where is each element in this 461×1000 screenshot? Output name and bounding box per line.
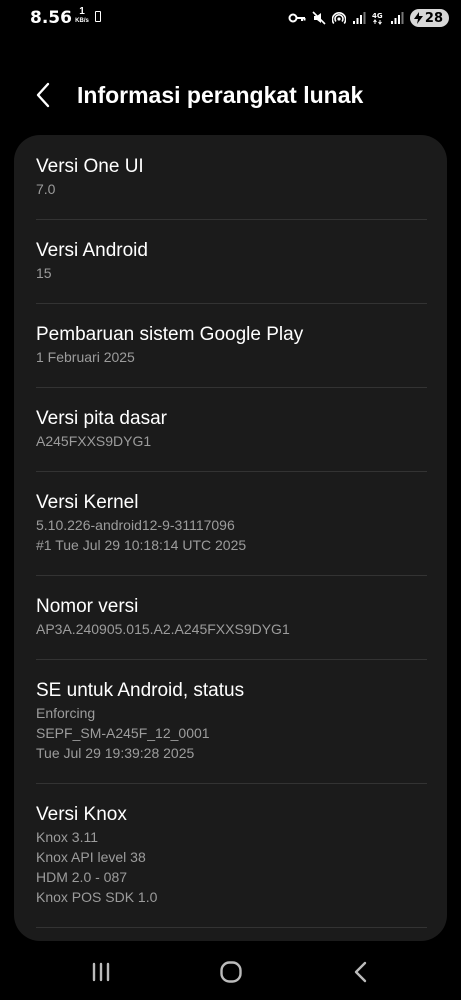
- battery-saver-icon: [95, 11, 101, 22]
- item-value: SEPF_SM-A245F_12_0001: [36, 725, 210, 741]
- item-value: HDM 2.0 - 087: [36, 869, 128, 885]
- network-speed-unit: KB/s: [75, 18, 89, 24]
- status-icons: 4G 28: [288, 8, 449, 28]
- network-speed-value: 1: [79, 6, 85, 17]
- item-title: Versi pita dasar: [36, 408, 167, 429]
- recent-apps-button[interactable]: [86, 957, 116, 987]
- software-info-list: Versi One UI 7.0 Versi Android 15 Pembar…: [14, 135, 447, 941]
- item-value: Knox POS SDK 1.0: [36, 889, 158, 905]
- network-speed: 1 KB/s: [72, 6, 92, 25]
- page-title: Informasi perangkat lunak: [77, 82, 364, 108]
- mute-icon: [312, 11, 326, 25]
- item-title: SE untuk Android, status: [36, 680, 245, 701]
- item-value: Knox API level 38: [36, 849, 146, 865]
- item-title: Nomor versi: [36, 596, 139, 617]
- divider: [36, 219, 427, 220]
- charging-icon: [413, 12, 423, 24]
- list-item-one-ui-version[interactable]: Versi One UI 7.0: [36, 155, 427, 199]
- divider: [36, 927, 427, 928]
- item-title: Versi One UI: [36, 156, 144, 177]
- item-value: Knox 3.11: [36, 829, 99, 845]
- status-bar: 8.56 1 KB/s 4G 28: [0, 0, 461, 36]
- recents-icon: [92, 962, 110, 982]
- item-title: Pembaruan sistem Google Play: [36, 324, 304, 345]
- item-value: 1 Februari 2025: [36, 349, 135, 365]
- list-item-baseband-version[interactable]: Versi pita dasar A245FXXS9DYG1: [36, 407, 427, 451]
- vpn-key-icon: [288, 13, 306, 23]
- app-bar: Informasi perangkat lunak: [0, 70, 461, 122]
- home-icon: [220, 961, 242, 983]
- back-nav-button[interactable]: [346, 957, 376, 987]
- item-value: 15: [36, 265, 52, 281]
- item-value: 7.0: [36, 181, 56, 197]
- item-value: #1 Tue Jul 29 10:18:14 UTC 2025: [36, 537, 247, 553]
- divider: [36, 303, 427, 304]
- home-button[interactable]: [216, 957, 246, 987]
- signal-icon: [390, 12, 404, 24]
- 4g-icon: 4G: [372, 12, 383, 25]
- item-value: Enforcing: [36, 705, 96, 721]
- list-item-google-play-update[interactable]: Pembaruan sistem Google Play 1 Februari …: [36, 323, 427, 367]
- divider: [36, 783, 427, 784]
- list-item-knox-version[interactable]: Versi Knox Knox 3.11 Knox API level 38 H…: [36, 803, 427, 907]
- battery-indicator: 28: [409, 9, 449, 27]
- item-value: Tue Jul 29 19:39:28 2025: [36, 745, 195, 761]
- chevron-left-icon: [36, 82, 50, 108]
- item-value: 5.10.226-android12-9-31117096: [36, 517, 235, 533]
- item-value: AP3A.240905.015.A2.A245FXXS9DYG1: [36, 621, 290, 637]
- back-icon: [354, 961, 367, 983]
- divider: [36, 387, 427, 388]
- clock: 8.56: [30, 8, 72, 28]
- list-item-android-version[interactable]: Versi Android 15: [36, 239, 427, 283]
- back-button[interactable]: [30, 80, 58, 110]
- svg-text:4G: 4G: [372, 12, 383, 20]
- item-title: Versi Kernel: [36, 492, 139, 513]
- hotspot-icon: [331, 12, 346, 24]
- battery-level: 28: [424, 10, 443, 26]
- screen: 8.56 1 KB/s 4G 28 Informasi perangkat lu…: [0, 0, 461, 1000]
- list-item-se-android-status[interactable]: SE untuk Android, status Enforcing SEPF_…: [36, 679, 427, 763]
- item-value: A245FXXS9DYG1: [36, 433, 152, 449]
- divider: [36, 575, 427, 576]
- list-item-build-number[interactable]: Nomor versi AP3A.240905.015.A2.A245FXXS9…: [36, 595, 427, 639]
- divider: [36, 659, 427, 660]
- navigation-bar: [0, 945, 461, 1000]
- item-title: Versi Knox: [36, 804, 127, 825]
- list-item-kernel-version[interactable]: Versi Kernel 5.10.226-android12-9-311170…: [36, 491, 427, 555]
- divider: [36, 471, 427, 472]
- item-title: Versi Android: [36, 240, 148, 261]
- signal-icon: [352, 12, 366, 24]
